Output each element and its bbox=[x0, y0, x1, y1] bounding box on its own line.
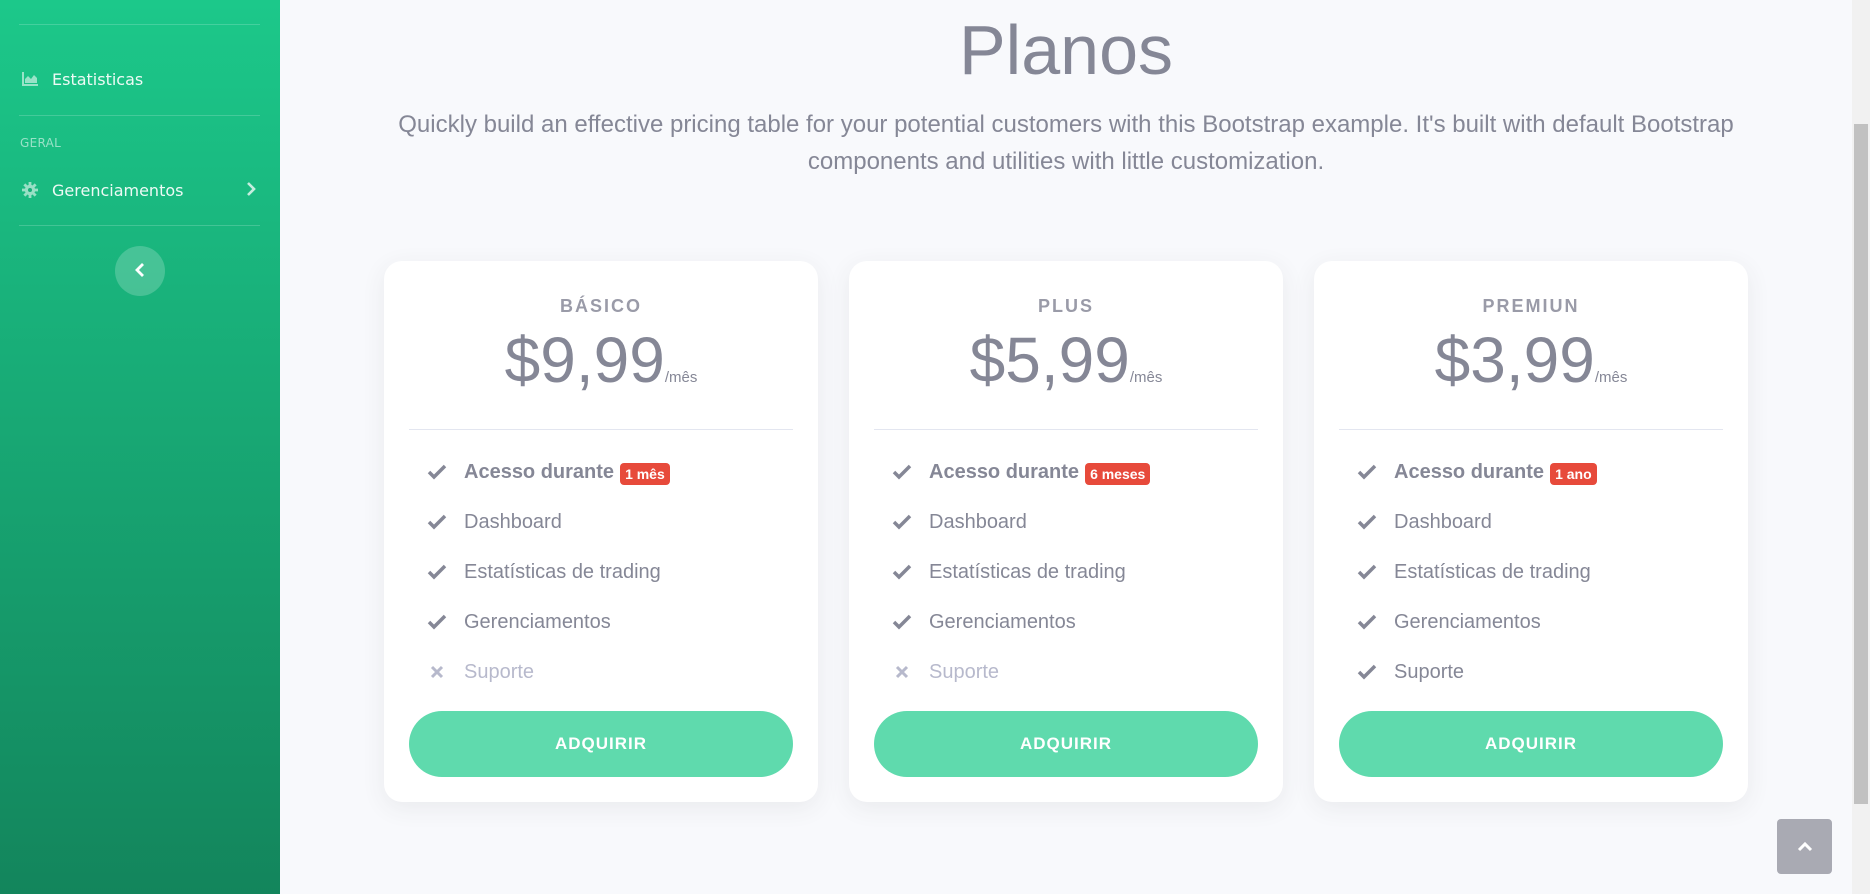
buy-button[interactable]: ADQUIRIR bbox=[409, 711, 793, 777]
duration-badge: 6 meses bbox=[1085, 463, 1151, 485]
feature-list: Acesso durante 6 meses Dashboard Estatís… bbox=[891, 461, 1151, 711]
pricing-card-plus: PLUS $5,99/mês Acesso durante 6 meses Da… bbox=[849, 261, 1283, 802]
feature-label: Dashboard bbox=[929, 511, 1027, 533]
feature-label: Dashboard bbox=[464, 511, 562, 533]
sidebar-divider bbox=[19, 225, 260, 226]
feature-item: Acesso durante 1 mês bbox=[426, 461, 670, 511]
feature-label: Acesso durante bbox=[1394, 461, 1545, 483]
feature-item: Estatísticas de trading bbox=[426, 561, 670, 611]
feature-label: Estatísticas de trading bbox=[929, 561, 1126, 583]
buy-button[interactable]: ADQUIRIR bbox=[874, 711, 1258, 777]
check-icon bbox=[426, 561, 448, 580]
check-icon bbox=[891, 461, 913, 480]
page-title: Planos bbox=[958, 11, 1174, 89]
chevron-left-icon bbox=[135, 262, 145, 281]
plan-price: $9,99/mês bbox=[384, 323, 818, 397]
sidebar-divider bbox=[19, 24, 260, 25]
feature-item: Suporte bbox=[426, 661, 670, 711]
chevron-right-icon bbox=[246, 181, 256, 200]
price-period: /mês bbox=[664, 369, 698, 386]
page-lead: Quickly build an effective pricing table… bbox=[398, 111, 1734, 175]
sidebar-item-gerenciamentos[interactable]: Gerenciamentos bbox=[0, 166, 280, 214]
sidebar-toggle-button[interactable] bbox=[115, 246, 165, 296]
feature-item: Estatísticas de trading bbox=[891, 561, 1150, 611]
card-divider bbox=[874, 429, 1258, 430]
check-icon bbox=[891, 511, 913, 530]
check-icon bbox=[426, 611, 448, 630]
check-icon bbox=[426, 511, 448, 530]
price-period: /mês bbox=[1594, 369, 1628, 386]
duration-badge: 1 ano bbox=[1550, 463, 1597, 485]
plan-name: BÁSICO bbox=[559, 296, 642, 316]
feature-label: Gerenciamentos bbox=[1394, 611, 1541, 633]
feature-label: Gerenciamentos bbox=[464, 611, 611, 633]
feature-label: Acesso durante bbox=[464, 461, 615, 483]
buy-button[interactable]: ADQUIRIR bbox=[1339, 711, 1723, 777]
feature-item: Gerenciamentos bbox=[1356, 611, 1597, 661]
plan-price: $3,99/mês bbox=[1314, 323, 1748, 397]
feature-item: Suporte bbox=[1356, 661, 1597, 711]
check-icon bbox=[891, 611, 913, 630]
feature-label: Gerenciamentos bbox=[929, 611, 1076, 633]
check-icon bbox=[1356, 511, 1378, 530]
card-divider bbox=[1339, 429, 1723, 430]
feature-item: Estatísticas de trading bbox=[1356, 561, 1597, 611]
price-amount: $3,99 bbox=[1434, 324, 1595, 396]
feature-label: Suporte bbox=[1394, 661, 1465, 683]
feature-item: Dashboard bbox=[1356, 511, 1597, 561]
price-amount: $5,99 bbox=[969, 324, 1130, 396]
pricing-card-basico: BÁSICO $9,99/mês Acesso durante 1 mês Da… bbox=[384, 261, 818, 802]
chart-area-icon bbox=[22, 71, 38, 87]
times-icon bbox=[891, 661, 913, 680]
feature-item: Suporte bbox=[891, 661, 1150, 711]
feature-label: Suporte bbox=[464, 661, 535, 683]
check-icon bbox=[1356, 661, 1378, 680]
chevron-up-icon bbox=[1797, 837, 1813, 856]
cog-icon bbox=[22, 182, 38, 198]
check-icon bbox=[1356, 611, 1378, 630]
price-period: /mês bbox=[1129, 369, 1163, 386]
sidebar-item-label: Estatisticas bbox=[52, 69, 144, 89]
main-content: Planos Quickly build an effective pricin… bbox=[280, 0, 1852, 894]
feature-item: Acesso durante 1 ano bbox=[1356, 461, 1597, 511]
feature-item: Gerenciamentos bbox=[426, 611, 670, 661]
check-icon bbox=[1356, 561, 1378, 580]
sidebar-item-label: Gerenciamentos bbox=[52, 180, 184, 200]
feature-item: Dashboard bbox=[891, 511, 1150, 561]
feature-label: Suporte bbox=[929, 661, 1000, 683]
plan-name: PLUS bbox=[1037, 296, 1094, 316]
feature-list: Acesso durante 1 mês Dashboard Estatísti… bbox=[426, 461, 670, 711]
feature-item: Acesso durante 6 meses bbox=[891, 461, 1151, 511]
pricing-card-premiun: PREMIUN $3,99/mês Acesso durante 1 ano D… bbox=[1314, 261, 1748, 802]
page-scrollbar[interactable] bbox=[1852, 0, 1870, 894]
check-icon bbox=[1356, 461, 1378, 480]
feature-item: Dashboard bbox=[426, 511, 670, 561]
check-icon bbox=[426, 461, 448, 480]
plan-price: $5,99/mês bbox=[849, 323, 1283, 397]
feature-label: Estatísticas de trading bbox=[464, 561, 661, 583]
feature-label: Dashboard bbox=[1394, 511, 1492, 533]
sidebar: Estatisticas GERAL Gerenciamentos bbox=[0, 0, 280, 894]
sidebar-heading: GERAL bbox=[20, 136, 62, 150]
times-icon bbox=[426, 661, 448, 680]
scroll-to-top-button[interactable] bbox=[1777, 819, 1832, 874]
feature-label: Acesso durante bbox=[929, 461, 1080, 483]
sidebar-divider bbox=[19, 115, 260, 116]
sidebar-item-estatisticas[interactable]: Estatisticas bbox=[0, 55, 280, 103]
feature-list: Acesso durante 1 ano Dashboard Estatísti… bbox=[1356, 461, 1597, 711]
check-icon bbox=[891, 561, 913, 580]
feature-label: Estatísticas de trading bbox=[1394, 561, 1591, 583]
card-divider bbox=[409, 429, 793, 430]
plan-name: PREMIUN bbox=[1482, 296, 1580, 316]
duration-badge: 1 mês bbox=[620, 463, 670, 485]
feature-item: Gerenciamentos bbox=[891, 611, 1150, 661]
price-amount: $9,99 bbox=[504, 324, 665, 396]
scrollbar-thumb[interactable] bbox=[1854, 124, 1868, 804]
